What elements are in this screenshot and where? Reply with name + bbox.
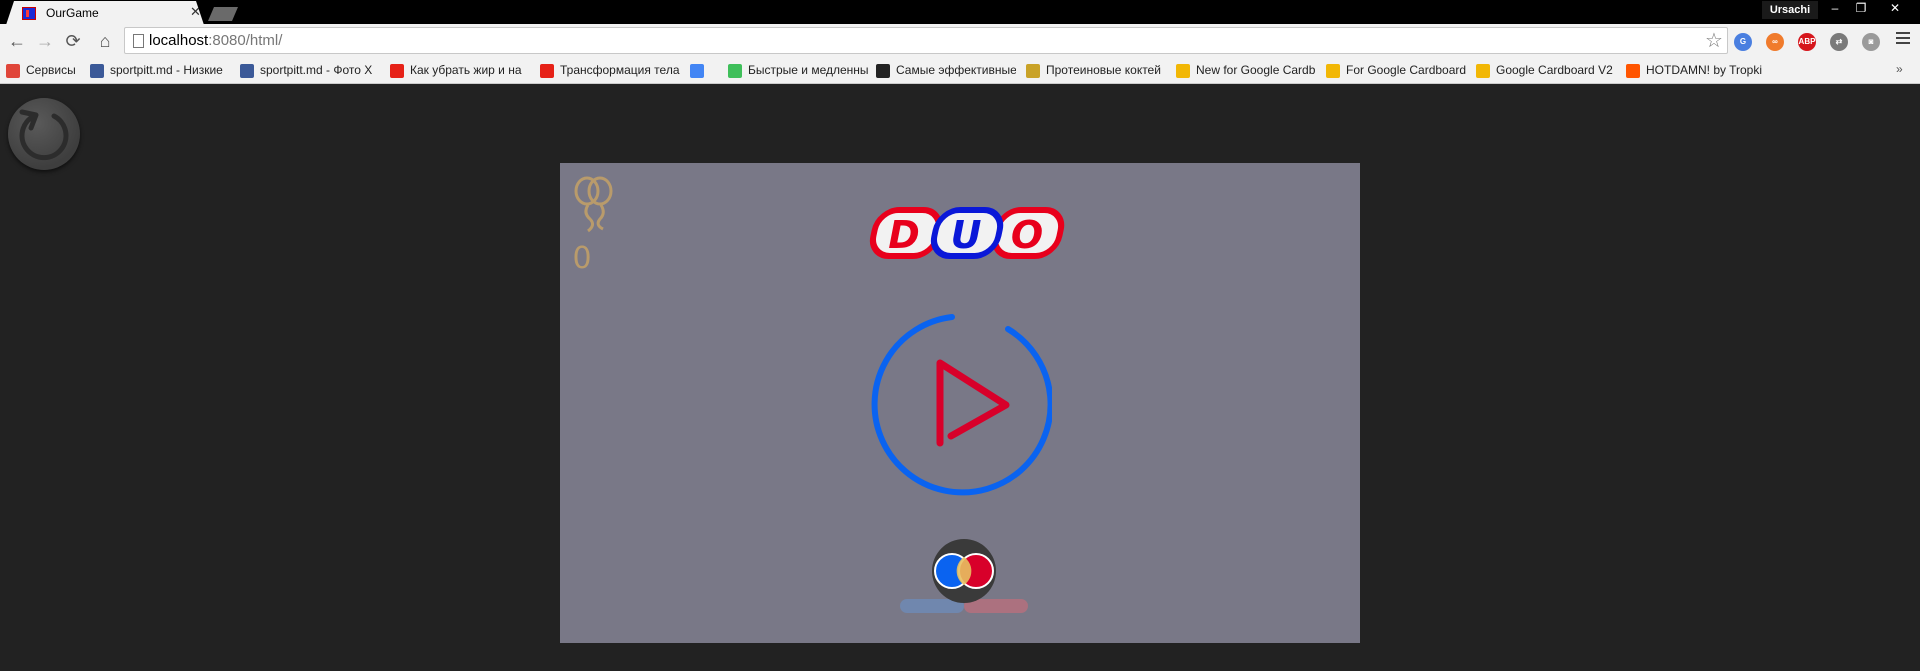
bookmark-item[interactable]: HOTDAMN! by Tropki — [1626, 63, 1766, 79]
sync-extension-icon[interactable]: ⇄ — [1830, 33, 1848, 51]
restart-icon — [19, 109, 69, 161]
bookmark-item[interactable]: For Google Cardboard — [1326, 63, 1466, 79]
bookmark-label: sportpitt.md - Фото X — [260, 63, 373, 77]
logo-letter-d: D — [888, 213, 920, 257]
bookmark-item[interactable]: Трансформация тела — [540, 63, 680, 79]
bookmark-item[interactable]: Самые эффективные — [876, 63, 1016, 79]
page-content: 0 D U O — [0, 85, 1920, 671]
bookmark-label: For Google Cardboard — [1346, 63, 1466, 77]
soundcloud-icon — [1626, 64, 1640, 78]
youtube-icon — [540, 64, 554, 78]
player-mode-toggle[interactable] — [900, 539, 1030, 623]
play-triangle-icon — [936, 359, 1010, 447]
camera-extension-icon[interactable]: ◙ — [1862, 33, 1880, 51]
facebook-icon — [240, 64, 254, 78]
bookmark-label: New for Google Cardb — [1196, 63, 1316, 77]
logo-letter-o: O — [1011, 213, 1043, 257]
bookmark-item[interactable]: New for Google Cardb — [1176, 63, 1316, 79]
bookmarks-bar: » Сервисы sportpitt.md - Низкие sportpitt.… — [0, 58, 1920, 84]
apps-icon — [6, 64, 20, 78]
bookmark-label: Трансформация тела — [560, 63, 680, 77]
page-icon — [133, 34, 144, 48]
address-bar[interactable]: localhost:8080/html/ ☆ — [124, 27, 1728, 54]
facebook-icon — [90, 64, 104, 78]
tab-title: OurGame — [46, 6, 99, 20]
infinity-icon[interactable]: ∞ — [1766, 33, 1784, 51]
back-arrow-icon[interactable]: ← — [6, 30, 28, 52]
browser-tab-active[interactable]: OurGame ✕ — [6, 1, 204, 25]
game-canvas[interactable]: 0 D U O — [560, 163, 1360, 643]
bookmark-label: Самые эффективные — [896, 63, 1016, 77]
new-tab-button[interactable] — [208, 7, 238, 21]
adblock-plus-icon[interactable]: ABP — [1798, 33, 1816, 51]
bookmarks-overflow-icon[interactable]: » — [1896, 62, 1903, 76]
window-close-button[interactable]: ✕ — [1882, 0, 1908, 18]
apple-icon — [728, 64, 742, 78]
game-favicon-icon — [22, 7, 36, 20]
window-restore-button[interactable]: ❐ — [1848, 0, 1874, 18]
google-icon — [690, 64, 704, 78]
browser-toolbar: ← → ⟳ ⌂ localhost:8080/html/ ☆ G ∞ ABP ⇄ ◙ — [0, 24, 1920, 58]
window-minimize-button[interactable]: ‒ — [1822, 0, 1848, 18]
tab-close-icon[interactable]: ✕ — [190, 4, 201, 20]
google-translate-icon[interactable]: G — [1734, 33, 1752, 51]
restart-button[interactable] — [8, 98, 80, 170]
bookmark-label: sportpitt.md - Низкие — [110, 63, 223, 77]
runner-icon — [876, 64, 890, 78]
duo-logo: D U O — [869, 207, 1065, 259]
forward-arrow-icon[interactable]: → — [34, 30, 56, 52]
bookmark-item[interactable]: Сервисы — [6, 63, 80, 79]
cardboard-icon — [1476, 64, 1490, 78]
bookmark-star-icon[interactable]: ☆ — [1705, 28, 1723, 53]
bookmark-label: Сервисы — [26, 63, 76, 77]
cardboard-icon — [1176, 64, 1190, 78]
url-text[interactable]: localhost:8080/html/ — [149, 32, 282, 49]
balloons-icon — [574, 176, 613, 233]
bookmark-item[interactable]: Протеиновые коктей — [1026, 63, 1166, 79]
bookmark-label: Протеиновые коктей — [1046, 63, 1161, 77]
profile-user-button[interactable]: Ursachi — [1762, 1, 1818, 19]
bookmark-item[interactable]: Быстрые и медленны — [728, 63, 868, 79]
play-button[interactable] — [868, 313, 1052, 497]
bookmark-label: Как убрать жир и на — [410, 63, 522, 77]
balloon-counter: 0 — [572, 241, 592, 276]
logo-letter-u: U — [951, 213, 982, 257]
home-icon[interactable]: ⌂ — [94, 30, 116, 52]
bookmark-item[interactable]: Google Cardboard V2 — [1476, 63, 1616, 79]
bookmark-item[interactable] — [690, 63, 714, 79]
youtube-icon — [390, 64, 404, 78]
bookmark-label: Google Cardboard V2 — [1496, 63, 1613, 77]
bookmark-label: Быстрые и медленны — [748, 63, 868, 77]
bookmark-item[interactable]: sportpitt.md - Фото X — [240, 63, 380, 79]
bookmark-item[interactable]: Как убрать жир и на — [390, 63, 530, 79]
bookmark-label: HOTDAMN! by Tropki — [1646, 63, 1763, 77]
cardboard-icon — [1326, 64, 1340, 78]
play-ring — [871, 314, 1052, 496]
browser-title-bar: OurGame ✕ Ursachi ‒ ❐ ✕ — [0, 0, 1920, 24]
shake-icon — [1026, 64, 1040, 78]
reload-icon[interactable]: ⟳ — [62, 30, 84, 52]
chrome-menu-icon[interactable] — [1896, 32, 1910, 46]
bookmark-item[interactable]: sportpitt.md - Низкие — [90, 63, 230, 79]
